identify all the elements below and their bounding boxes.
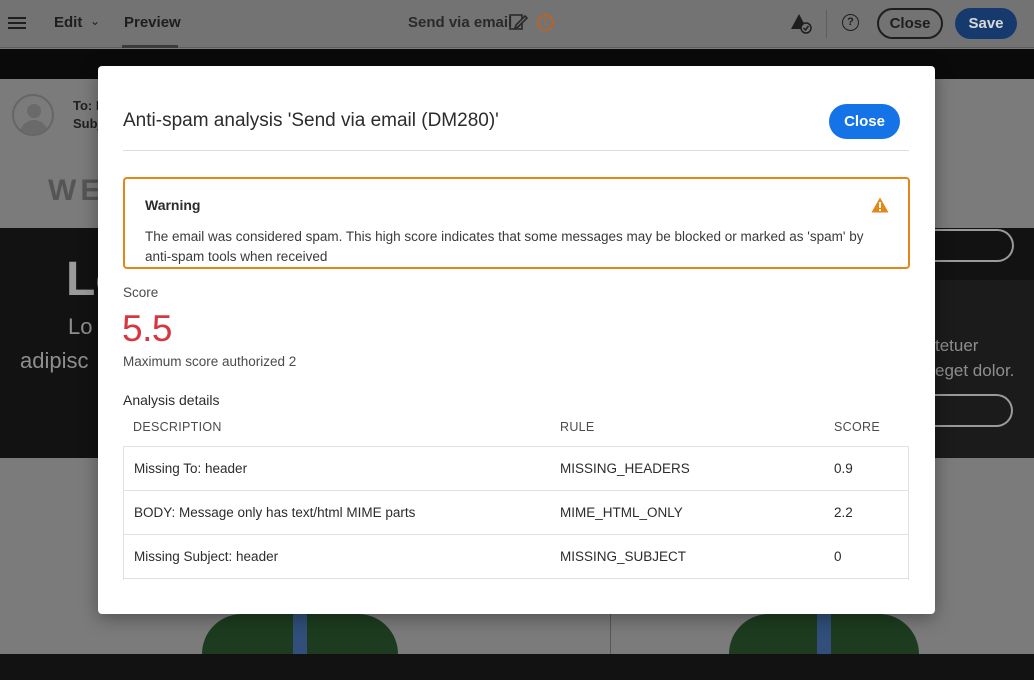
- analysis-details-heading: Analysis details: [123, 392, 220, 408]
- row-rule: MISSING_SUBJECT: [560, 549, 687, 564]
- promo-text-line-2: eget dolor.: [935, 361, 1015, 380]
- row-score: 0: [834, 549, 842, 564]
- row-score: 2.2: [834, 505, 853, 520]
- promo-text-line-1: tetuer: [935, 336, 979, 355]
- column-header-description[interactable]: DESCRIPTION: [133, 420, 222, 434]
- dialog-divider: [123, 150, 909, 151]
- brand-logo-text: WE: [48, 174, 105, 207]
- active-tab-indicator: [122, 45, 178, 48]
- document-title: Send via email: [408, 14, 513, 31]
- warning-heading: Warning: [145, 197, 201, 213]
- analysis-table[interactable]: Missing To: header MISSING_HEADERS 0.9 B…: [123, 446, 909, 580]
- product-divider: [610, 614, 611, 654]
- anti-spam-dialog: Anti-spam analysis 'Send via email (DM28…: [98, 66, 935, 614]
- table-row[interactable]: Missing Subject: header MISSING_SUBJECT …: [124, 535, 908, 579]
- avatar: [12, 94, 54, 136]
- toolbar-divider: [826, 10, 827, 38]
- proof-check-icon[interactable]: [790, 12, 812, 34]
- warning-message: The email was considered spam. This high…: [145, 229, 864, 264]
- row-description: Missing Subject: header: [134, 549, 279, 564]
- product-image-jacket: [729, 614, 919, 654]
- save-button[interactable]: Save: [955, 8, 1017, 39]
- tab-preview[interactable]: Preview: [124, 14, 181, 31]
- table-row[interactable]: BODY: Message only has text/html MIME pa…: [124, 491, 908, 535]
- row-rule: MIME_HTML_ONLY: [560, 505, 683, 520]
- product-image-jacket: [202, 614, 398, 654]
- edit-menu[interactable]: Edit: [54, 14, 82, 31]
- chevron-down-icon[interactable]: ⌄: [90, 14, 100, 28]
- max-score-text: Maximum score authorized 2: [123, 354, 297, 369]
- hero-text-line-2: adipisc: [20, 348, 89, 373]
- dialog-close-button[interactable]: Close: [829, 104, 900, 139]
- row-description: BODY: Message only has text/html MIME pa…: [134, 505, 416, 520]
- close-button[interactable]: Close: [877, 8, 943, 39]
- edit-document-icon[interactable]: [508, 12, 528, 32]
- row-rule: MISSING_HEADERS: [560, 461, 690, 476]
- email-subject-label: Subj: [73, 116, 102, 131]
- table-row[interactable]: Missing To: header MISSING_HEADERS 0.9: [124, 447, 908, 491]
- menu-icon[interactable]: [8, 14, 26, 32]
- warning-alert: Warning The email was considered spam. T…: [123, 177, 910, 269]
- score-label: Score: [123, 285, 159, 300]
- help-icon[interactable]: ?: [842, 14, 859, 31]
- row-score: 0.9: [834, 461, 853, 476]
- row-description: Missing To: header: [134, 461, 248, 476]
- dialog-title: Anti-spam analysis 'Send via email (DM28…: [123, 110, 499, 131]
- email-footer: [0, 654, 1034, 680]
- column-header-score[interactable]: SCORE: [834, 420, 880, 434]
- score-value: 5.5: [122, 308, 172, 349]
- column-header-rule[interactable]: RULE: [560, 420, 595, 434]
- hero-text-line-1: Lo: [68, 314, 93, 339]
- alert-icon[interactable]: !: [537, 14, 554, 31]
- app-header: Edit ⌄ Preview Send via email ! ? Close …: [0, 0, 1034, 48]
- warning-icon: [871, 197, 889, 213]
